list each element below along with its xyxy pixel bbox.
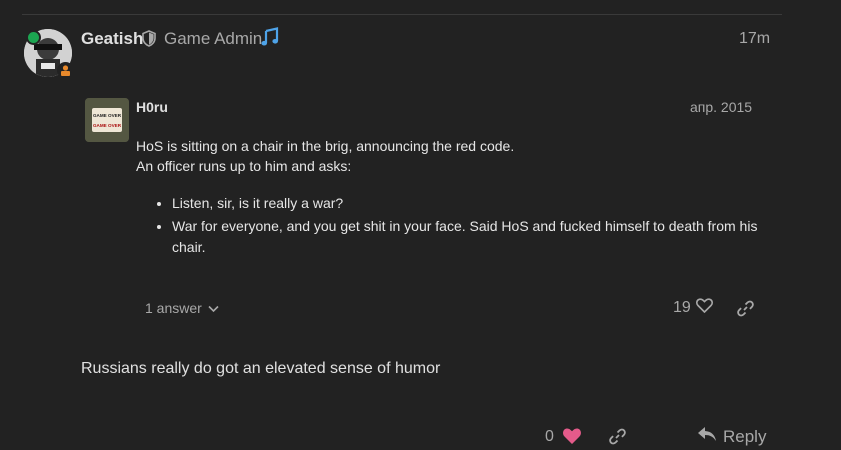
post-text: Russians really do got an elevated sense…	[81, 360, 441, 377]
quote-list: Listen, sir, is it really a war? War for…	[136, 193, 766, 258]
reply-label: Reply	[723, 426, 767, 446]
username[interactable]: Geatish	[81, 29, 143, 49]
reply-button[interactable]: Reply	[697, 426, 766, 447]
online-status-indicator	[26, 30, 41, 45]
quote-paragraph: An officer runs up to him and asks:	[136, 158, 352, 174]
like-count: 0	[545, 428, 554, 445]
quote-body: HoS is sitting on a chair in the brig, a…	[136, 136, 766, 260]
reply-icon	[697, 426, 717, 447]
user-flair-icon	[57, 62, 74, 79]
shield-icon	[142, 30, 156, 52]
top-divider	[22, 14, 782, 15]
answers-toggle[interactable]: 1 answer	[145, 300, 219, 316]
link-icon[interactable]	[737, 300, 754, 322]
quote-like-button[interactable]: 19	[673, 298, 713, 318]
game-over-sign-image: GAME OVER GAME OVER	[85, 98, 129, 142]
list-item: War for everyone, and you get shit in yo…	[172, 216, 766, 258]
quote-avatar[interactable]: GAME OVER GAME OVER	[85, 98, 129, 142]
sign-text-top: GAME OVER	[93, 113, 122, 118]
post-time[interactable]: 17m	[739, 30, 770, 48]
list-item: Listen, sir, is it really a war?	[172, 193, 766, 214]
quote-date[interactable]: апр. 2015	[690, 99, 752, 115]
music-note-icon	[261, 27, 279, 52]
sign-text-bottom: GAME OVER	[93, 123, 122, 128]
user-title: Game Admin	[164, 29, 263, 48]
heart-icon	[695, 298, 713, 318]
chevron-down-icon	[208, 300, 219, 316]
answers-label: 1 answer	[145, 300, 202, 316]
quote-paragraph: HoS is sitting on a chair in the brig, a…	[136, 138, 515, 154]
link-icon[interactable]	[609, 428, 626, 450]
like-count: 19	[673, 299, 691, 316]
quote-username[interactable]: H0ru	[136, 99, 168, 115]
heart-icon[interactable]	[562, 427, 582, 450]
